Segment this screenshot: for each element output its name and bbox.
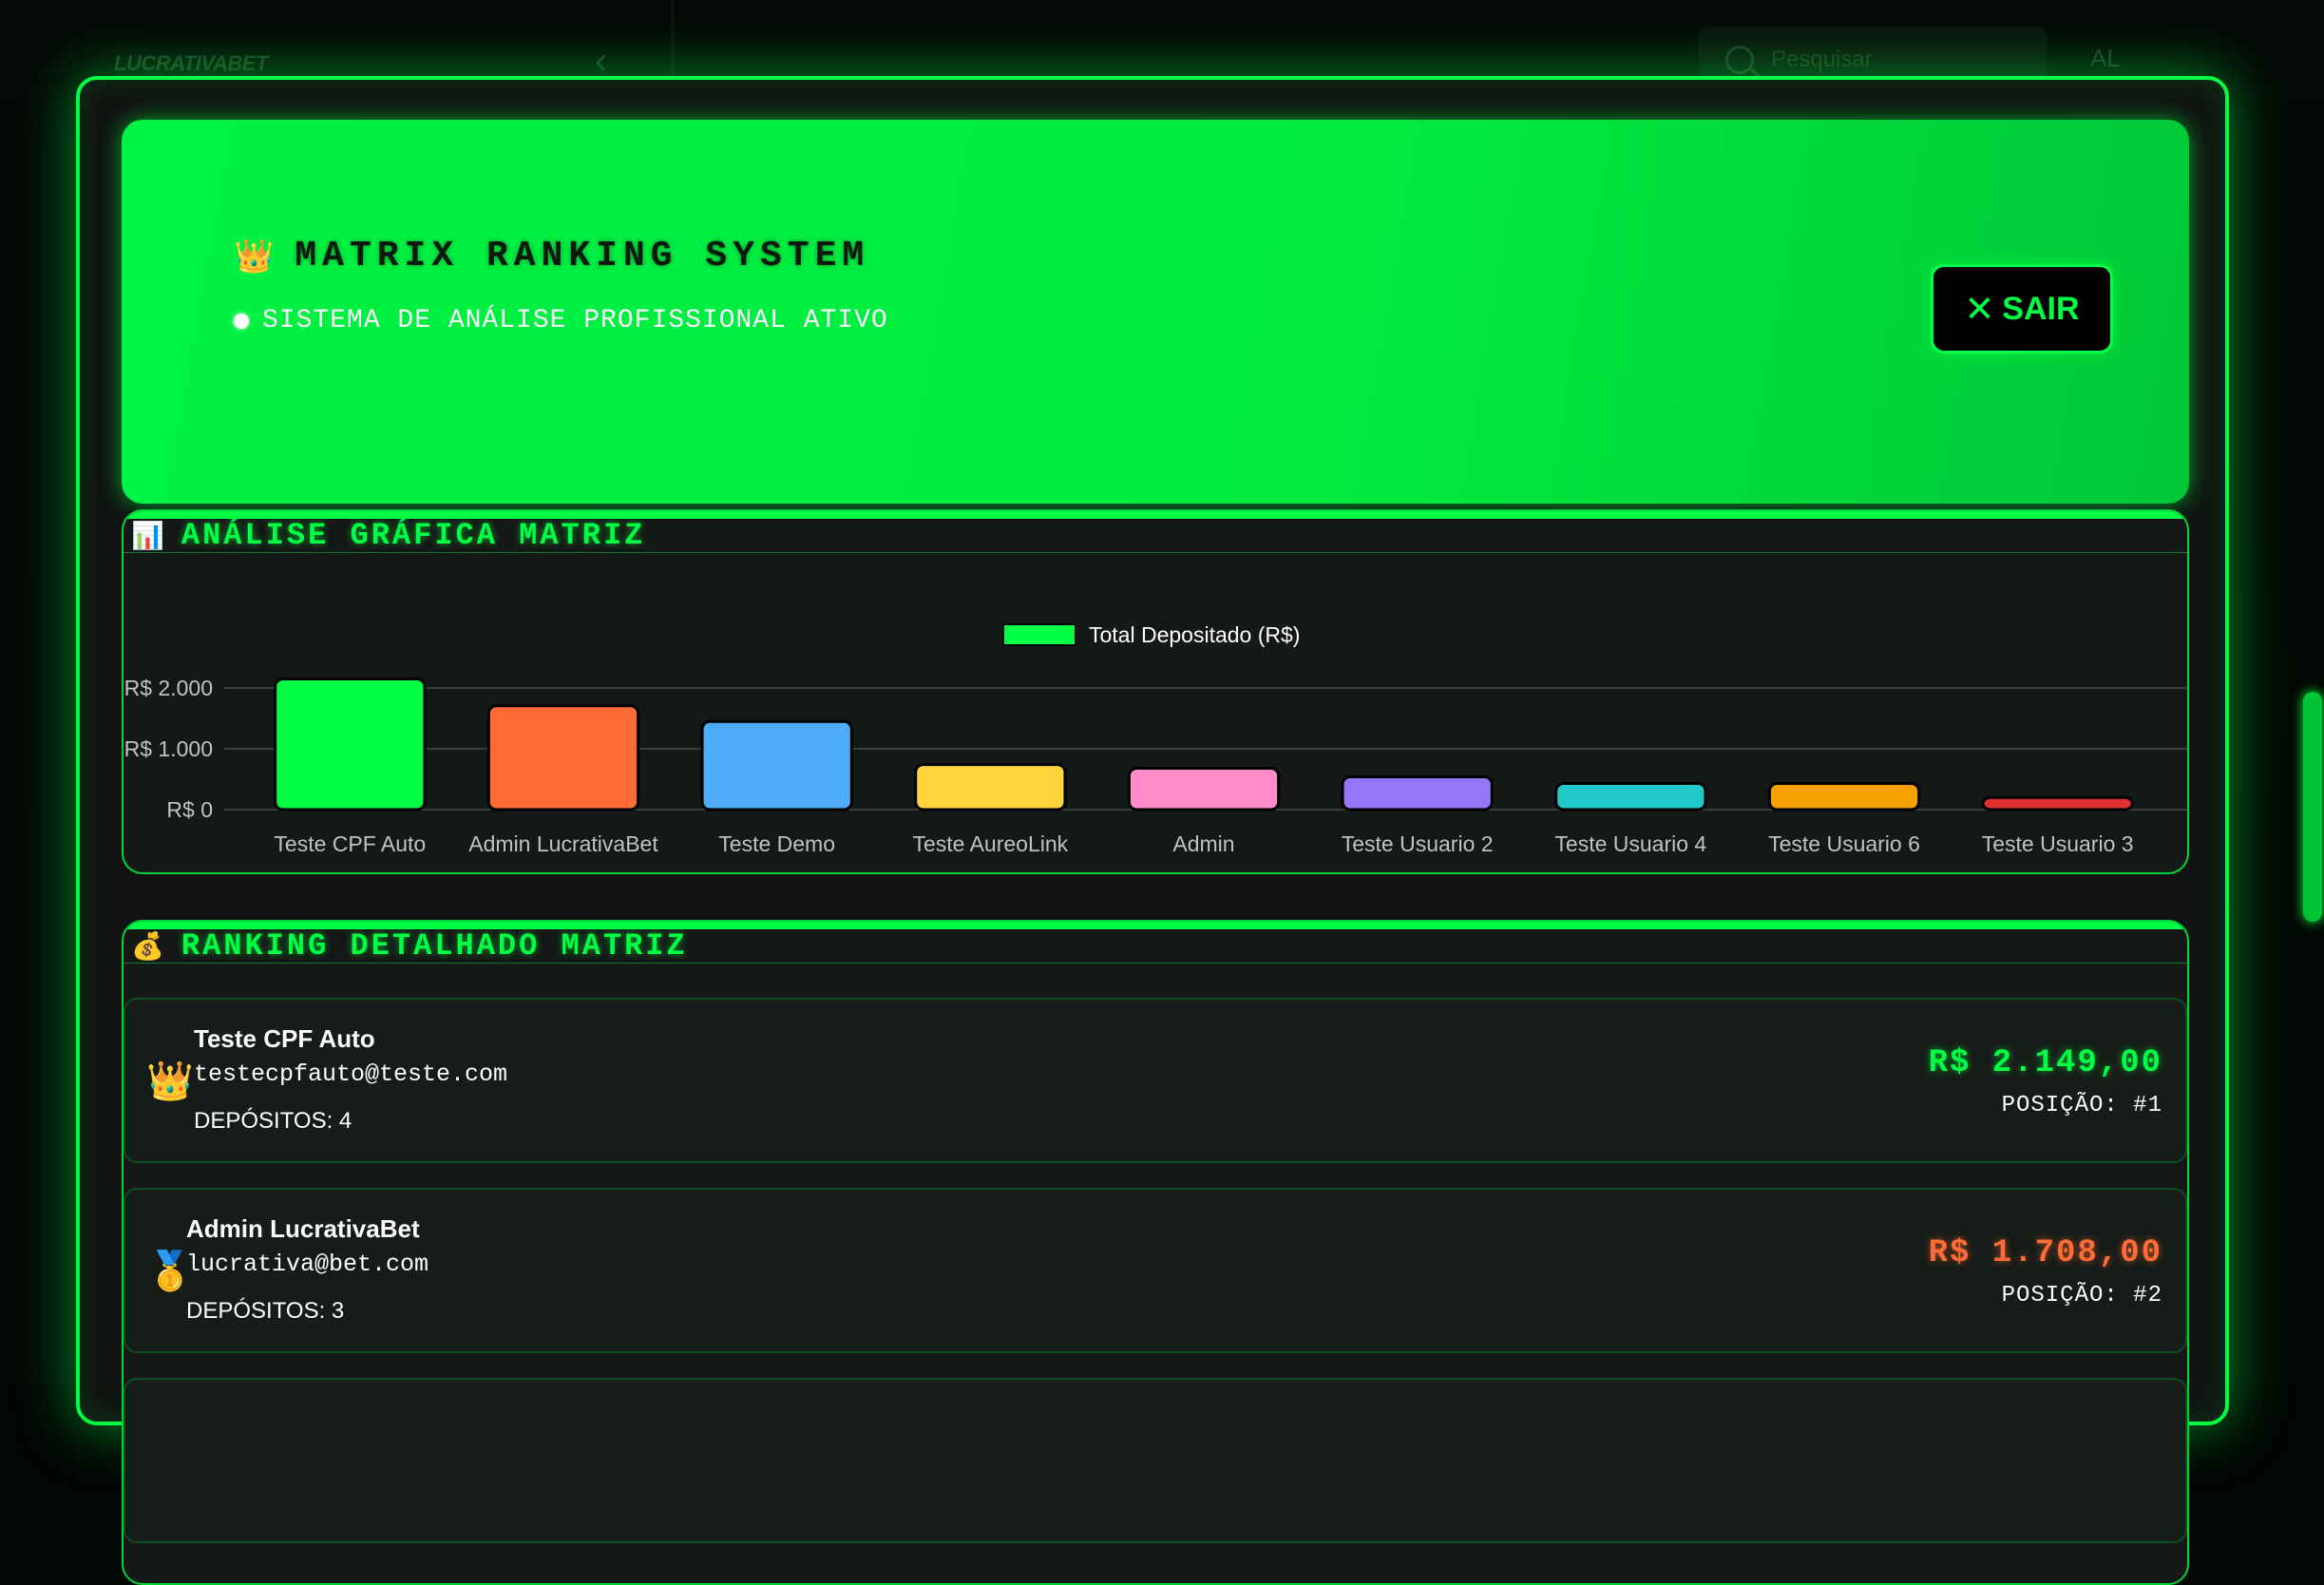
x-tick-label: Teste CPF Auto <box>274 831 426 856</box>
bar[interactable] <box>700 719 853 812</box>
x-tick-label: Admin LucrativaBet <box>468 831 658 856</box>
legend-swatch[interactable] <box>1002 623 1076 646</box>
crown-icon: 👑 <box>234 238 275 275</box>
user-email: testecpfauto@teste.com <box>194 1060 508 1088</box>
close-icon: ✕ <box>1964 288 1995 330</box>
x-tick-label: Teste Usuario 4 <box>1554 831 1706 856</box>
ranking-entry[interactable]: 👑 Teste CPF Auto testecpfauto@teste.com … <box>124 998 2187 1163</box>
logo: LUCRATIVABET <box>114 51 268 75</box>
chart-section-title: ANÁLISE GRÁFICA MATRIZ <box>181 518 646 553</box>
ranking-position: POSIÇÃO: #1 <box>2001 1093 2162 1118</box>
hero-banner: 👑 MATRIX RANKING SYSTEM SISTEMA DE ANÁLI… <box>122 120 2189 504</box>
legend-label[interactable]: Total Depositado (R$) <box>1089 622 1300 647</box>
bar-chart: Total Depositado (R$) Teste CPF Auto Admi… <box>124 622 2187 856</box>
ranking-position: POSIÇÃO: #2 <box>2001 1283 2162 1308</box>
bar-chart-icon: 📊 <box>131 521 164 550</box>
bar[interactable] <box>1341 774 1494 812</box>
status-line: SISTEMA DE ANÁLISE PROFISSIONAL ATIVO <box>234 306 888 335</box>
ranking-entry[interactable] <box>124 1378 2187 1543</box>
bar[interactable] <box>1767 781 1921 812</box>
bar[interactable] <box>274 677 427 812</box>
bar[interactable] <box>486 704 640 812</box>
search-placeholder: Pesquisar <box>1771 47 1873 72</box>
status-text: SISTEMA DE ANÁLISE PROFISSIONAL ATIVO <box>262 306 888 335</box>
deposit-amount: R$ 2.149,00 <box>1928 1045 2162 1081</box>
user-email: lucrativa@bet.com <box>186 1251 429 1278</box>
ranking-entry[interactable]: 🥇 Admin LucrativaBet lucrativa@bet.com D… <box>124 1188 2187 1353</box>
x-tick-label: Teste Usuario 3 <box>1982 831 2134 856</box>
y-tick-label: R$ 0 <box>166 797 213 822</box>
search-icon <box>1725 46 1754 74</box>
chart-panel-header: 📊 ANÁLISE GRÁFICA MATRIZ <box>124 511 2187 553</box>
y-tick-label: R$ 2.000 <box>124 676 213 700</box>
crown-icon: 👑 <box>146 1060 194 1102</box>
bar[interactable] <box>914 763 1067 812</box>
x-tick-label: Teste Usuario 2 <box>1342 831 1494 856</box>
deposit-count: DEPÓSITOS: 4 <box>194 1108 352 1134</box>
x-tick-label: Teste Usuario 6 <box>1768 831 1920 856</box>
x-tick-label: Teste AureoLink <box>912 831 1068 856</box>
chevron-left-icon[interactable]: ‹ <box>595 42 607 80</box>
bar[interactable] <box>1127 766 1281 812</box>
chart-panel: 📊 ANÁLISE GRÁFICA MATRIZ Total Depositad… <box>122 509 2189 874</box>
user-name: Admin LucrativaBet <box>186 1214 420 1243</box>
user-name: Teste CPF Auto <box>194 1024 375 1053</box>
ranking-section-title: RANKING DETALHADO MATRIZ <box>181 928 688 964</box>
deposit-amount: R$ 1.708,00 <box>1928 1235 2162 1271</box>
ranking-panel-header: 💰 RANKING DETALHADO MATRIZ <box>124 922 2187 964</box>
x-tick-label: Admin <box>1172 831 1234 856</box>
hero-title: 👑 MATRIX RANKING SYSTEM <box>234 236 869 277</box>
avatar[interactable]: AL <box>2090 44 2121 73</box>
y-tick-label: R$ 1.000 <box>124 736 213 761</box>
exit-button-label: SAIR <box>2002 290 2080 327</box>
money-bag-icon: 💰 <box>131 931 164 961</box>
scrollbar-thumb[interactable] <box>2303 692 2322 922</box>
x-tick-label: Teste Demo <box>718 831 835 856</box>
bar[interactable] <box>1981 795 2134 812</box>
deposit-count: DEPÓSITOS: 3 <box>186 1298 345 1324</box>
ranking-modal: 👑 MATRIX RANKING SYSTEM SISTEMA DE ANÁLI… <box>76 76 2229 1585</box>
bar[interactable] <box>1554 781 1707 812</box>
exit-button[interactable]: ✕ SAIR <box>1931 264 2113 353</box>
page-title: MATRIX RANKING SYSTEM <box>295 236 870 277</box>
ranking-panel: 💰 RANKING DETALHADO MATRIZ 👑 Teste CPF A… <box>122 920 2189 1585</box>
status-dot-icon <box>234 313 249 329</box>
